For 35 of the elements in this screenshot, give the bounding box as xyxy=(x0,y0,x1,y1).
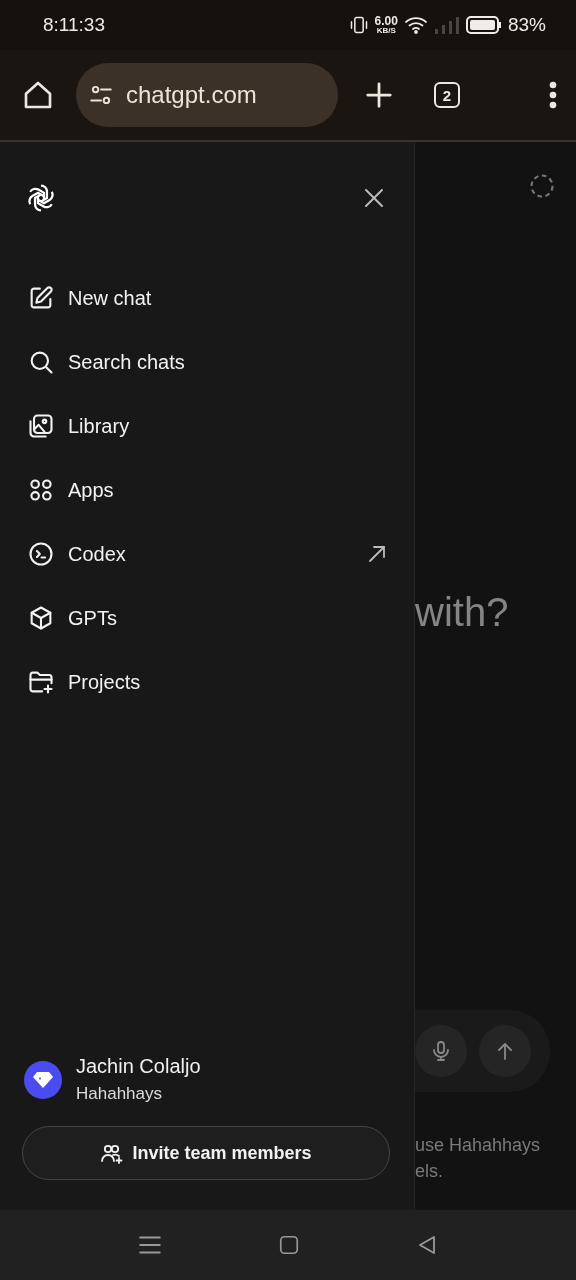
send-button[interactable] xyxy=(479,1025,531,1077)
user-name: Jachin Colaljo xyxy=(76,1055,201,1078)
more-icon[interactable] xyxy=(548,81,558,109)
greeting-heading: with? xyxy=(415,590,510,635)
sidebar-item[interactable]: Library xyxy=(0,394,414,458)
network-speed: 6.00 KB/S xyxy=(374,15,398,35)
home-icon[interactable] xyxy=(22,79,54,111)
sidebar-item[interactable]: New chat xyxy=(0,266,414,330)
terminal-icon xyxy=(27,540,55,568)
images-icon xyxy=(27,412,55,440)
sidebar-item[interactable]: GPTs xyxy=(0,586,414,650)
close-icon[interactable] xyxy=(364,188,384,208)
signal-icon xyxy=(433,15,460,35)
workspace-name: Hahahhays xyxy=(76,1084,163,1104)
diamond-icon xyxy=(32,1069,54,1090)
battery-icon xyxy=(465,15,502,35)
address-bar[interactable]: chatgpt.com xyxy=(76,63,338,127)
clock-time: 8:11:33 xyxy=(43,14,105,36)
sidebar-item[interactable]: Codex xyxy=(0,522,414,586)
sidebar-item[interactable]: Apps xyxy=(0,458,414,522)
temporary-chat-icon[interactable] xyxy=(528,172,556,200)
apps-icon xyxy=(27,476,55,504)
home-square-icon xyxy=(278,1234,300,1256)
tab-count[interactable]: 2 xyxy=(434,82,460,108)
sidebar-item[interactable]: Search chats xyxy=(0,330,414,394)
sidebar-item[interactable]: Projects xyxy=(0,650,414,714)
external-link-icon xyxy=(368,545,386,563)
invite-button[interactable]: Invite team members xyxy=(22,1126,390,1180)
avatar[interactable] xyxy=(24,1060,62,1099)
mic-button[interactable] xyxy=(415,1025,467,1077)
new-tab-icon[interactable] xyxy=(364,80,394,110)
vibrate-icon xyxy=(348,15,369,35)
disclaimer-text: use Hahahhays xyxy=(415,1134,542,1157)
battery-level: 83% xyxy=(507,14,546,36)
disclaimer-text: els. xyxy=(415,1160,444,1183)
